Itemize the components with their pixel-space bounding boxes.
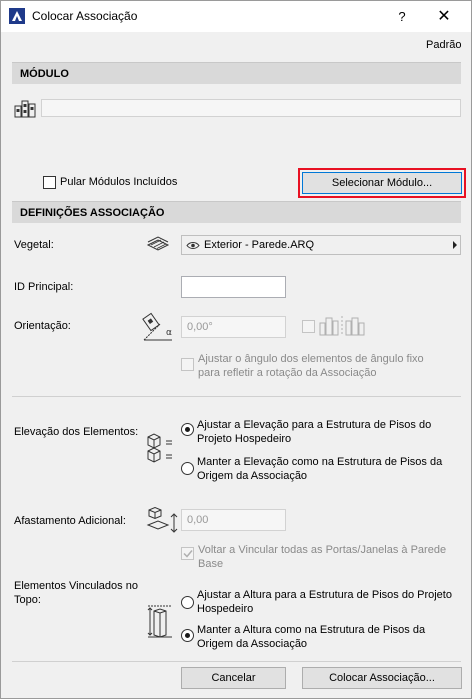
skip-included-checkbox[interactable]: [43, 176, 56, 189]
elevation-adjust-line2: Projeto Hospedeiro: [197, 433, 292, 445]
eye-icon: [186, 242, 200, 249]
orientation-angle-icon: α: [142, 312, 172, 341]
orientation-label: Orientação:: [14, 320, 71, 332]
height-adjust-line2: Hospedeiro: [197, 603, 254, 615]
vegetal-value: Exterior - Parede.ARQ: [204, 239, 315, 251]
elevation-label: Elevação dos Elementos:: [14, 426, 139, 438]
separator-footer: [12, 661, 461, 662]
top-linked-label-line1: Elementos Vinculados no: [14, 580, 138, 592]
offset-input[interactable]: 0,00: [181, 509, 286, 531]
offset-icon: [146, 507, 178, 533]
top-linked-label-line2: Topo:: [14, 594, 41, 606]
elevation-keep-line2: Origem da Associação: [197, 470, 308, 482]
height-keep-radio[interactable]: [181, 629, 194, 642]
adjust-angle-checkbox[interactable]: [181, 358, 194, 371]
reconnect-label-line2: Base: [198, 558, 224, 570]
height-keep-line2: Origem da Associação: [197, 638, 308, 650]
elevation-adjust-radio[interactable]: [181, 423, 194, 436]
orientation-input[interactable]: 0,00°: [181, 316, 286, 338]
module-section-header: MÓDULO: [12, 62, 461, 84]
close-button[interactable]: ✕: [426, 1, 462, 32]
module-path-field: [41, 99, 461, 117]
mirror-module-icon: [319, 316, 365, 336]
select-module-button[interactable]: Selecionar Módulo...: [302, 172, 462, 194]
window-title: Colocar Associação: [32, 9, 138, 23]
elevation-adjust-line1: Ajustar a Elevação para a Estrutura de P…: [197, 419, 432, 431]
top-linked-height-icon: [147, 605, 172, 638]
default-link[interactable]: Padrão: [426, 39, 461, 51]
elevation-stories-icon: [147, 433, 172, 463]
height-adjust-line1: Ajustar a Altura para a Estrutura de Pis…: [197, 589, 452, 601]
reconnect-label-line1: Voltar a Vincular todas as Portas/Janela…: [198, 544, 447, 556]
adjust-angle-label-line2: para refletir a rotação da Associação: [198, 367, 377, 379]
elevation-keep-radio[interactable]: [181, 462, 194, 475]
chevron-right-icon: [453, 241, 457, 249]
place-association-button[interactable]: Colocar Associação...: [302, 667, 462, 689]
vegetal-layer-dropdown[interactable]: Exterior - Parede.ARQ: [181, 235, 461, 255]
title-bar: Colocar Associação ? ✕: [1, 1, 471, 32]
mirror-checkbox[interactable]: [302, 320, 315, 333]
id-principal-input[interactable]: [181, 276, 286, 298]
separator-1: [12, 396, 461, 397]
id-principal-label: ID Principal:: [14, 281, 74, 293]
offset-label: Afastamento Adicional:: [14, 515, 126, 527]
checkmark-icon: [183, 550, 193, 558]
cancel-button[interactable]: Cancelar: [181, 667, 286, 689]
settings-section-header: DEFINIÇÕES ASSOCIAÇÃO: [12, 201, 461, 223]
dialog-window: Colocar Associação ? ✕ Padrão MÓDULO Pul…: [0, 0, 472, 699]
archicad-app-icon: [9, 8, 25, 24]
height-adjust-radio[interactable]: [181, 596, 194, 609]
adjust-angle-label-line1: Ajustar o ângulo dos elementos de ângulo…: [198, 353, 424, 365]
module-icon: [14, 100, 36, 118]
vegetal-label: Vegetal:: [14, 239, 54, 251]
skip-included-label: Pular Módulos Incluídos: [60, 176, 178, 188]
layer-icon: [146, 236, 170, 251]
elevation-keep-line1: Manter a Elevação como na Estrutura de P…: [197, 456, 443, 468]
height-keep-line1: Manter a Altura como na Estrutura de Pis…: [197, 624, 426, 636]
svg-text:α: α: [166, 328, 172, 338]
help-button[interactable]: ?: [384, 1, 420, 32]
